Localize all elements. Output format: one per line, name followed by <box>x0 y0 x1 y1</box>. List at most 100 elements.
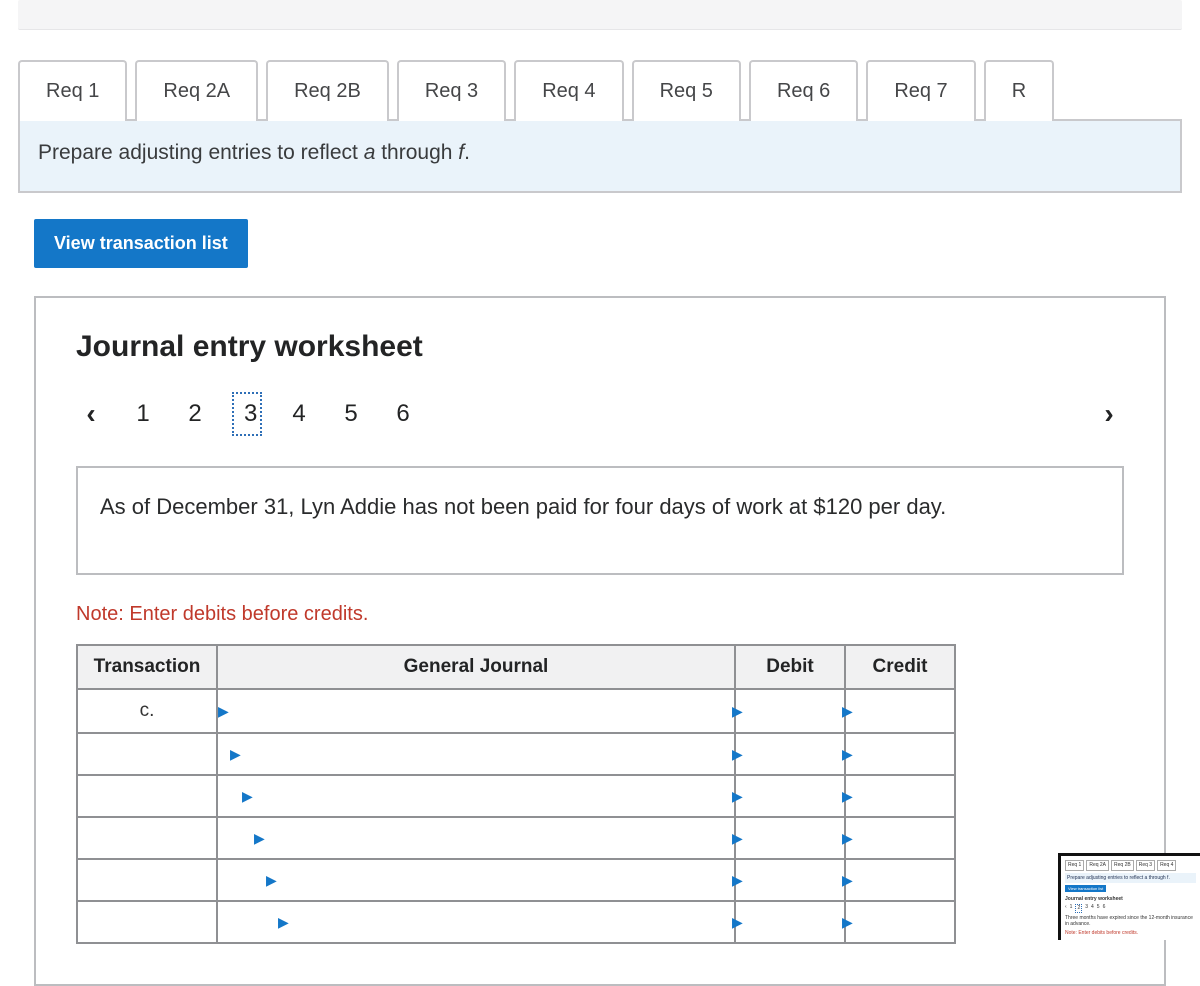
dropdown-arrow-icon[interactable]: ▶ <box>842 734 853 774</box>
thumb-tab: Req 1 <box>1065 860 1084 871</box>
dropdown-arrow-icon[interactable]: ▶ <box>230 734 241 774</box>
thumb-tab: Req 3 <box>1136 860 1155 871</box>
tab-req-1[interactable]: Req 1 <box>18 60 127 121</box>
dropdown-arrow-icon[interactable]: ▶ <box>842 902 853 942</box>
tab-req-3[interactable]: Req 3 <box>397 60 506 121</box>
pager-page-6[interactable]: 6 <box>388 400 418 428</box>
table-row: c.▶▶▶ <box>77 689 955 733</box>
thumb-scenario: Three months have expired since the 12-m… <box>1065 915 1196 928</box>
tab-req-6[interactable]: Req 6 <box>749 60 858 121</box>
table-row: ▶ ▶ ▶ <box>77 817 955 859</box>
chevron-right-icon[interactable]: › <box>1094 398 1124 430</box>
note-text: Note: Enter debits before credits. <box>76 603 1124 626</box>
dropdown-arrow-icon[interactable]: ▶ <box>254 818 265 858</box>
general-journal-cell[interactable]: ▶ <box>217 689 735 733</box>
thumb-page: 6 <box>1103 904 1106 913</box>
tab-req-2b[interactable]: Req 2B <box>266 60 389 121</box>
col-transaction: Transaction <box>77 645 217 689</box>
thumb-page: 5 <box>1097 904 1100 913</box>
col-credit: Credit <box>845 645 955 689</box>
chevron-left-icon[interactable]: ‹ <box>76 398 106 430</box>
table-row: ▶ ▶ ▶ <box>77 859 955 901</box>
debit-cell[interactable]: ▶ <box>735 901 845 943</box>
thumb-tab: Req 2B <box>1111 860 1134 871</box>
view-transaction-list-button[interactable]: View transaction list <box>34 219 248 268</box>
pager-page-3[interactable]: 3 <box>232 392 262 436</box>
thumb-title: Journal entry worksheet <box>1065 896 1196 903</box>
transaction-cell <box>77 733 217 775</box>
thumb-page: 4 <box>1091 904 1094 913</box>
thumb-instruction: Prepare adjusting entries to reflect a t… <box>1065 873 1196 884</box>
top-header-bar <box>18 0 1182 30</box>
dropdown-arrow-icon[interactable]: ▶ <box>732 902 743 942</box>
instruction-panel: Prepare adjusting entries to reflect a t… <box>18 119 1182 193</box>
debit-cell[interactable]: ▶ <box>735 859 845 901</box>
instruction-em-a: a <box>364 141 376 164</box>
journal-table: Transaction General Journal Debit Credit… <box>76 644 956 944</box>
transaction-cell <box>77 859 217 901</box>
credit-cell[interactable]: ▶ <box>845 775 955 817</box>
tab-req-7[interactable]: Req 7 <box>866 60 975 121</box>
tab-req-overflow[interactable]: R <box>984 60 1054 121</box>
credit-cell[interactable]: ▶ <box>845 733 955 775</box>
thumb-page: 3 <box>1085 904 1088 913</box>
pager-page-2[interactable]: 2 <box>180 400 210 428</box>
thumb-tab: Req 4 <box>1157 860 1176 871</box>
debit-cell[interactable]: ▶ <box>735 689 845 733</box>
instruction-text-prefix: Prepare adjusting entries to reflect <box>38 141 364 164</box>
general-journal-cell[interactable]: ▶ <box>217 859 735 901</box>
thumb-page-current: 2 <box>1075 904 1082 913</box>
entry-pager: ‹ 1 2 3 4 5 6 › <box>76 392 1124 436</box>
transaction-cell <box>77 901 217 943</box>
preview-thumbnail[interactable]: Req 1 Req 2A Req 2B Req 3 Req 4 Prepare … <box>1058 853 1200 940</box>
tab-req-4[interactable]: Req 4 <box>514 60 623 121</box>
dropdown-arrow-icon[interactable]: ▶ <box>842 860 853 900</box>
debit-cell[interactable]: ▶ <box>735 817 845 859</box>
thumb-tab: Req 2A <box>1086 860 1109 871</box>
scenario-text: As of December 31, Lyn Addie has not bee… <box>76 466 1124 575</box>
dropdown-arrow-icon[interactable]: ▶ <box>732 818 743 858</box>
credit-cell[interactable]: ▶ <box>845 859 955 901</box>
dropdown-arrow-icon[interactable]: ▶ <box>842 690 853 732</box>
tab-req-2a[interactable]: Req 2A <box>135 60 258 121</box>
dropdown-arrow-icon[interactable]: ▶ <box>278 902 289 942</box>
credit-cell[interactable]: ▶ <box>845 689 955 733</box>
col-debit: Debit <box>735 645 845 689</box>
debit-cell[interactable]: ▶ <box>735 775 845 817</box>
dropdown-arrow-icon[interactable]: ▶ <box>218 690 229 732</box>
credit-cell[interactable]: ▶ <box>845 817 955 859</box>
pager-page-1[interactable]: 1 <box>128 400 158 428</box>
table-row: ▶ ▶ ▶ <box>77 733 955 775</box>
debit-cell[interactable]: ▶ <box>735 733 845 775</box>
transaction-cell: c. <box>77 689 217 733</box>
dropdown-arrow-icon[interactable]: ▶ <box>842 776 853 816</box>
credit-cell[interactable]: ▶ <box>845 901 955 943</box>
thumb-view-btn: View transaction list <box>1065 885 1106 892</box>
dropdown-arrow-icon[interactable]: ▶ <box>266 860 277 900</box>
pager-page-5[interactable]: 5 <box>336 400 366 428</box>
table-row: ▶ ▶ ▶ <box>77 775 955 817</box>
dropdown-arrow-icon[interactable]: ▶ <box>242 776 253 816</box>
general-journal-cell[interactable]: ▶ <box>217 817 735 859</box>
col-general-journal: General Journal <box>217 645 735 689</box>
tab-req-5[interactable]: Req 5 <box>632 60 741 121</box>
dropdown-arrow-icon[interactable]: ▶ <box>732 776 743 816</box>
general-journal-cell[interactable]: ▶ <box>217 901 735 943</box>
dropdown-arrow-icon[interactable]: ▶ <box>732 734 743 774</box>
dropdown-arrow-icon[interactable]: ▶ <box>842 818 853 858</box>
pager-page-4[interactable]: 4 <box>284 400 314 428</box>
table-row: ▶ ▶ ▶ <box>77 901 955 943</box>
general-journal-cell[interactable]: ▶ <box>217 775 735 817</box>
thumb-page: 1 <box>1070 904 1073 913</box>
dropdown-arrow-icon[interactable]: ▶ <box>732 860 743 900</box>
general-journal-cell[interactable]: ▶ <box>217 733 735 775</box>
transaction-cell <box>77 775 217 817</box>
instruction-text-mid: through <box>375 141 458 164</box>
instruction-text-suffix: . <box>464 141 470 164</box>
thumb-note: Note: Enter debits before credits. <box>1065 930 1196 937</box>
worksheet-card: Journal entry worksheet ‹ 1 2 3 4 5 6 › … <box>34 296 1166 986</box>
worksheet-title: Journal entry worksheet <box>76 330 1124 364</box>
thumb-chev-left: ‹ <box>1065 904 1067 913</box>
req-tabs: Req 1 Req 2A Req 2B Req 3 Req 4 Req 5 Re… <box>0 30 1200 119</box>
dropdown-arrow-icon[interactable]: ▶ <box>732 690 743 732</box>
